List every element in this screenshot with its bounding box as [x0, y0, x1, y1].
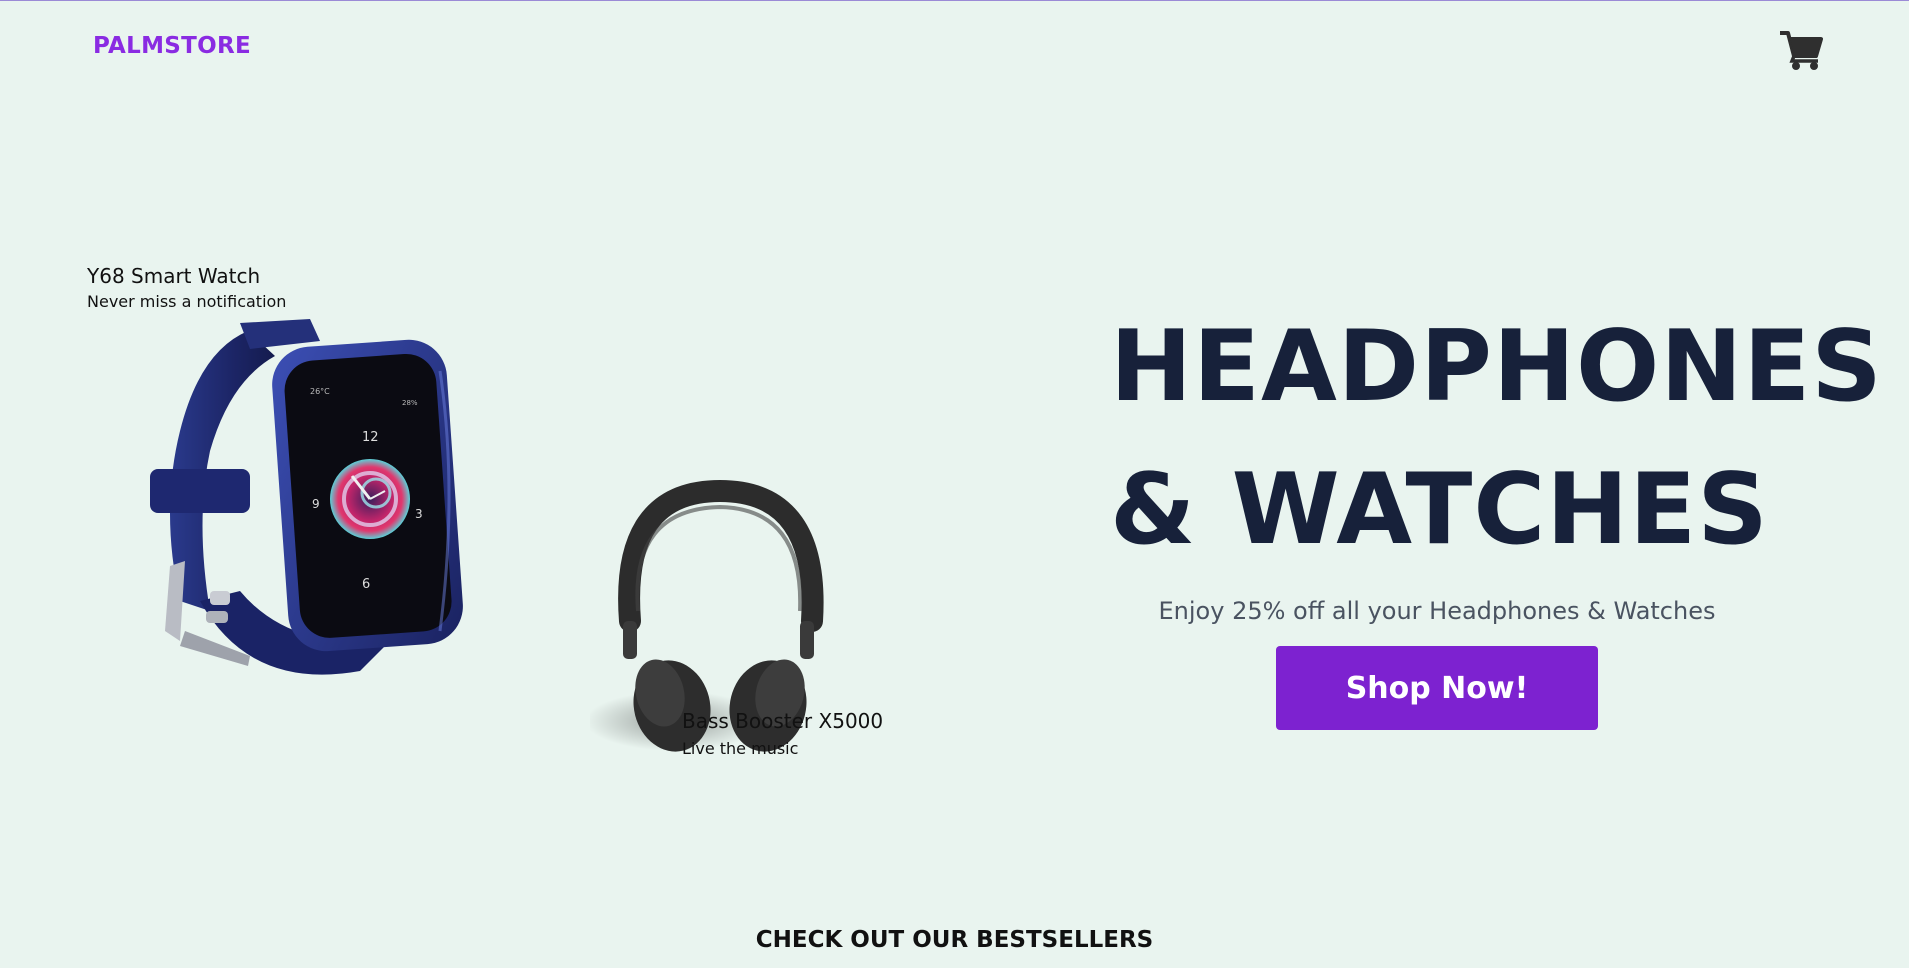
hero-title-line-2: & WATCHES	[1110, 453, 1769, 567]
product-card-headphones[interactable]: Bass Booster X5000 Live the music	[590, 471, 890, 771]
watch-numeral-6: 6	[362, 577, 370, 592]
navbar: PALMSTORE	[0, 1, 1909, 97]
watch-numeral-9: 9	[312, 497, 320, 511]
shopping-cart-icon[interactable]	[1778, 29, 1824, 71]
smart-watch-image: 26°C 28% 12 3 6 9	[150, 319, 463, 675]
watch-temperature: 26°C	[310, 387, 330, 396]
hero-title-line-1: HEADPHONES	[1110, 310, 1883, 424]
product-name: Y68 Smart Watch	[87, 264, 261, 288]
product-name: Bass Booster X5000	[682, 709, 884, 733]
hero-subtitle: Enjoy 25% off all your Headphones & Watc…	[1158, 597, 1716, 625]
product-tagline: Live the music	[682, 739, 799, 758]
bestsellers-heading: CHECK OUT OUR BESTSELLERS	[755, 927, 1154, 953]
watch-battery: 28%	[402, 399, 418, 407]
product-card-watch[interactable]: Y68 Smart Watch Never miss a notificatio…	[80, 259, 520, 719]
watch-numeral-12: 12	[362, 430, 379, 445]
shop-now-button[interactable]: Shop Now!	[1276, 646, 1598, 730]
brand-logo[interactable]: PALMSTORE	[93, 33, 251, 59]
watch-numeral-3: 3	[415, 507, 423, 521]
